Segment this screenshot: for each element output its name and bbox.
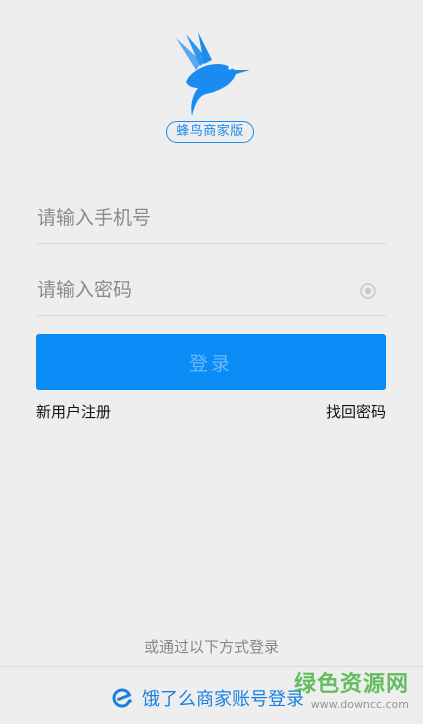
password-input[interactable] <box>37 270 337 310</box>
login-screen: 蜂鸟商家版 登录 新用户注册 找回密码 或通过以下方式登录 饿了么商家账号登录 … <box>0 0 423 724</box>
logo-area: 蜂鸟商家版 <box>0 28 423 158</box>
alternate-login-label: 或通过以下方式登录 <box>143 638 279 656</box>
eleme-logo-icon <box>112 688 132 708</box>
hummingbird-logo-icon <box>176 32 250 116</box>
watermark: 绿色资源网 www.downcc.com <box>294 672 409 712</box>
phone-field <box>37 198 386 244</box>
login-button[interactable]: 登录 <box>36 334 386 390</box>
eleme-login-label: 饿了么商家账号登录 <box>142 689 304 710</box>
register-link[interactable]: 新用户注册 <box>36 402 111 422</box>
eye-icon[interactable] <box>358 281 378 301</box>
watermark-text: 绿色资源网 <box>293 672 409 697</box>
password-field <box>37 270 386 316</box>
brand-badge: 蜂鸟商家版 <box>166 121 254 143</box>
forgot-password-link[interactable]: 找回密码 <box>326 402 386 422</box>
divider <box>0 666 423 667</box>
eleme-login-button[interactable]: 饿了么商家账号登录 <box>110 683 304 713</box>
watermark-url: www.downcc.com <box>310 698 409 711</box>
phone-input[interactable] <box>37 198 337 238</box>
